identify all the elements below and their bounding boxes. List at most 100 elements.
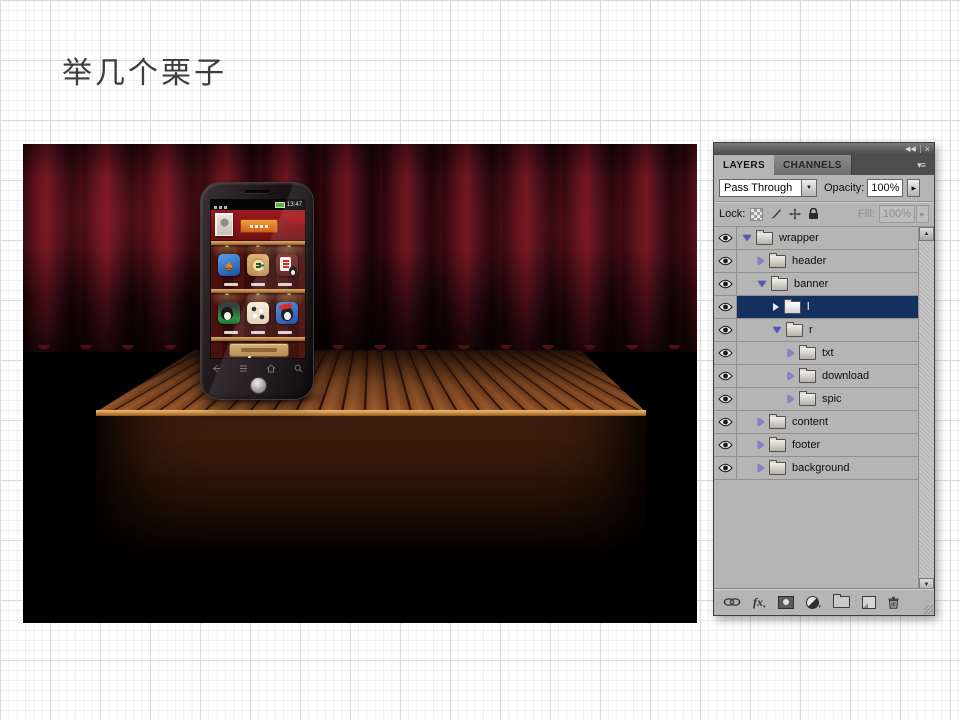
scroll-up-icon[interactable]: ▲: [919, 227, 934, 241]
layer-row[interactable]: footer: [714, 434, 919, 457]
menu-icon: [239, 364, 248, 373]
expand-triangle-icon[interactable]: [743, 235, 751, 241]
layer-row[interactable]: spic: [714, 388, 919, 411]
visibility-eye-icon[interactable]: [714, 434, 737, 456]
layer-name[interactable]: spic: [822, 393, 842, 405]
lock-pixels-brush-icon[interactable]: [769, 208, 782, 221]
layer-name[interactable]: txt: [822, 347, 834, 359]
fill-spinner-icon: ▶: [916, 205, 929, 223]
slide-title: 举几个栗子: [62, 48, 227, 92]
expand-triangle-icon[interactable]: [758, 464, 764, 472]
link-layers-icon[interactable]: [723, 594, 741, 610]
resize-grip[interactable]: [924, 605, 933, 614]
group-folder-icon: [799, 370, 816, 383]
expand-triangle-icon[interactable]: [758, 281, 766, 287]
visibility-eye-icon[interactable]: [714, 342, 737, 364]
expand-triangle-icon[interactable]: [773, 327, 781, 333]
layer-name[interactable]: background: [792, 462, 850, 474]
layer-style-fx-icon[interactable]: fx▾: [753, 594, 766, 610]
smartphone: 13:47 ♠: [200, 182, 314, 400]
expand-triangle-icon[interactable]: [788, 372, 794, 380]
layer-name[interactable]: header: [792, 255, 826, 267]
lock-position-icon[interactable]: [788, 208, 801, 221]
layer-name[interactable]: wrapper: [779, 232, 819, 244]
fill-label: Fill:: [858, 208, 875, 220]
layer-row[interactable]: wrapper: [714, 227, 919, 250]
shelf-ledge: [211, 289, 305, 293]
stage-image: 13:47 ♠: [23, 144, 697, 623]
ribbon-decoration: [283, 214, 305, 232]
layer-name[interactable]: l: [807, 301, 809, 313]
opacity-label: Opacity:: [824, 182, 864, 194]
scrollbar[interactable]: ▲ ▼: [918, 227, 934, 592]
delete-layer-icon[interactable]: [888, 594, 899, 610]
visibility-eye-icon[interactable]: [714, 273, 737, 295]
expand-triangle-icon[interactable]: [758, 441, 764, 449]
group-folder-icon: [769, 416, 786, 429]
expand-triangle-icon[interactable]: [758, 257, 764, 265]
layer-name[interactable]: content: [792, 416, 828, 428]
dropdown-arrow-icon[interactable]: ▼: [801, 180, 816, 196]
lock-all-icon[interactable]: [807, 208, 820, 221]
visibility-eye-icon[interactable]: [714, 319, 737, 341]
new-layer-icon[interactable]: [862, 596, 876, 609]
visibility-eye-icon[interactable]: [714, 365, 737, 387]
group-folder-icon: [769, 255, 786, 268]
opacity-spinner-icon[interactable]: ▶: [907, 179, 920, 197]
layer-name[interactable]: banner: [794, 278, 828, 290]
new-group-icon[interactable]: [833, 596, 850, 608]
expand-triangle-icon[interactable]: [788, 395, 794, 403]
opacity-value[interactable]: 100%: [867, 179, 903, 197]
expand-triangle-icon[interactable]: [788, 349, 794, 357]
visibility-eye-icon[interactable]: [714, 457, 737, 479]
blend-mode-value: Pass Through: [720, 182, 801, 194]
group-folder-icon: [769, 439, 786, 452]
layer-row[interactable]: r: [714, 319, 919, 342]
screen-bottom-section: [211, 341, 305, 359]
layer-rows: wrapper header banner l: [714, 227, 919, 480]
layer-name[interactable]: footer: [792, 439, 820, 451]
layer-row[interactable]: banner: [714, 273, 919, 296]
layer-row[interactable]: background: [714, 457, 919, 480]
layer-name[interactable]: r: [809, 324, 813, 336]
visibility-eye-icon[interactable]: [714, 250, 737, 272]
collapse-panel-icon[interactable]: ◀◀: [905, 146, 916, 153]
new-adjustment-layer-icon[interactable]: ▾: [806, 594, 822, 610]
visibility-eye-icon[interactable]: [714, 388, 737, 410]
blend-options-row: Pass Through ▼ Opacity: 100% ▶: [714, 175, 934, 202]
red-curtain: [23, 144, 697, 352]
group-folder-icon: [771, 278, 788, 291]
app-icon-chinese-chess: [247, 254, 269, 276]
status-bar: 13:47: [211, 200, 305, 210]
tab-layers[interactable]: LAYERS: [714, 155, 774, 175]
visibility-eye-icon[interactable]: [714, 296, 737, 318]
back-icon: [211, 364, 221, 373]
layer-name[interactable]: download: [822, 370, 869, 382]
panel-menu-icon[interactable]: ▾≡: [908, 155, 934, 175]
expand-triangle-icon[interactable]: [773, 303, 779, 311]
app-icon-mahjong: [276, 254, 298, 276]
shelf-row-1: ♠: [211, 245, 305, 289]
phone-nav-buttons: [211, 364, 303, 373]
search-icon: [294, 364, 303, 373]
layer-row[interactable]: l: [714, 296, 919, 319]
expand-triangle-icon[interactable]: [758, 418, 764, 426]
avatar: [215, 213, 233, 236]
visibility-eye-icon[interactable]: [714, 411, 737, 433]
group-folder-icon: [756, 232, 773, 245]
add-layer-mask-icon[interactable]: [778, 596, 794, 609]
group-folder-icon: [799, 347, 816, 360]
stage-front-face: [96, 416, 646, 586]
app-icon-spade-card-game: ♠: [218, 254, 240, 276]
blend-mode-select[interactable]: Pass Through ▼: [719, 179, 817, 197]
layer-row[interactable]: download: [714, 365, 919, 388]
lock-transparency-icon[interactable]: [750, 208, 763, 221]
tab-channels[interactable]: CHANNELS: [774, 155, 852, 175]
shelf-ledge: [211, 241, 305, 245]
layer-row[interactable]: txt: [714, 342, 919, 365]
layer-row[interactable]: header: [714, 250, 919, 273]
group-folder-icon: [784, 301, 801, 314]
visibility-eye-icon[interactable]: [714, 227, 737, 249]
layer-row[interactable]: content: [714, 411, 919, 434]
close-panel-icon[interactable]: ×: [925, 146, 930, 153]
